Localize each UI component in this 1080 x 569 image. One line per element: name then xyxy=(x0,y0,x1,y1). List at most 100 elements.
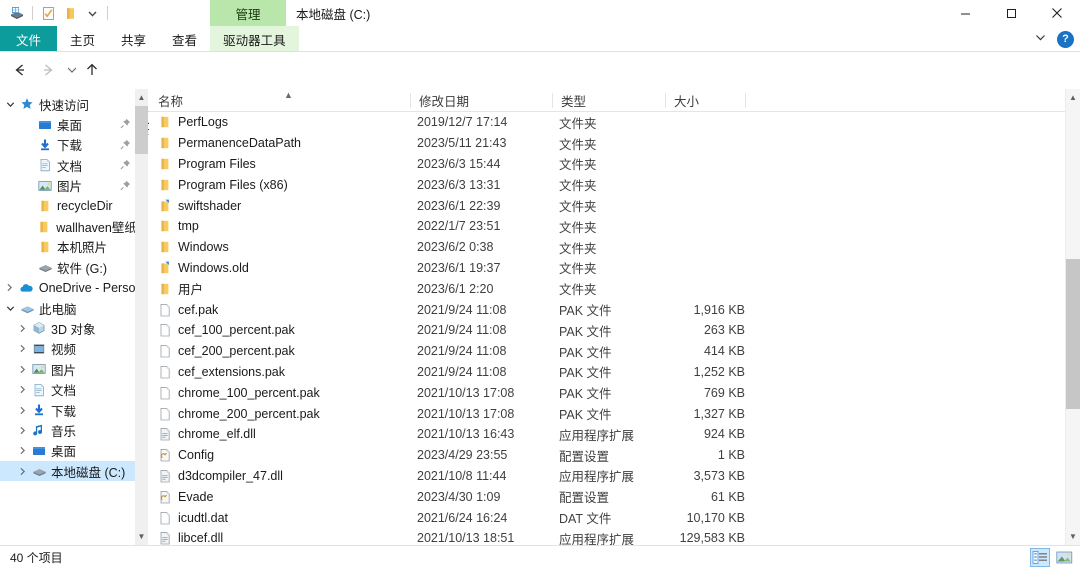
chevron-right-icon[interactable] xyxy=(2,283,18,292)
file-blank-icon xyxy=(158,407,172,421)
pin-icon[interactable] xyxy=(120,118,131,132)
file-date-cell: 2022/1/7 23:51 xyxy=(417,219,501,234)
table-row[interactable]: Windows.old 2023/6/1 19:37 文件夹 xyxy=(149,258,1080,279)
column-divider-4[interactable] xyxy=(745,93,746,108)
table-row[interactable]: PerfLogs 2019/12/7 17:14 文件夹 xyxy=(149,112,1080,133)
table-row[interactable]: cef_200_percent.pak 2021/9/24 11:08 PAK 文件… xyxy=(149,341,1080,362)
chevron-right-icon[interactable] xyxy=(14,365,30,374)
sidebar-item-17[interactable]: 桌面 xyxy=(0,441,135,461)
table-row[interactable]: swiftshader 2023/6/1 22:39 文件夹 xyxy=(149,195,1080,216)
up-button[interactable] xyxy=(80,58,104,82)
sidebar-item-6[interactable]: wallhaven壁纸 xyxy=(0,216,135,236)
pin-icon[interactable] xyxy=(120,180,131,194)
back-button[interactable] xyxy=(8,58,32,82)
chevron-right-icon[interactable] xyxy=(14,446,30,455)
new-folder-icon[interactable] xyxy=(59,2,81,24)
chevron-down-icon[interactable] xyxy=(1034,31,1047,47)
pin-icon[interactable] xyxy=(120,139,131,153)
tab-file[interactable]: 文件 xyxy=(0,26,58,52)
chevron-down-icon[interactable] xyxy=(2,100,18,109)
file-name-label: Windows xyxy=(178,240,229,255)
sidebar-item-14[interactable]: 文档 xyxy=(0,379,135,399)
table-row[interactable]: 用户 2023/6/1 2:20 文件夹 xyxy=(149,278,1080,299)
help-icon[interactable]: ? xyxy=(1057,30,1074,48)
sidebar-item-15[interactable]: 下载 xyxy=(0,400,135,420)
chevron-right-icon[interactable] xyxy=(14,324,30,333)
sidebar-item-18[interactable]: 本地磁盘 (C:) xyxy=(0,461,135,482)
pictures-icon xyxy=(30,362,48,376)
tab-share[interactable]: 共享 xyxy=(108,26,159,52)
minimize-button[interactable] xyxy=(942,0,988,26)
drive-icon[interactable] xyxy=(6,2,28,24)
file-list-scrollbar[interactable]: ▲ ▼ xyxy=(1065,89,1080,545)
folder-link-icon xyxy=(158,199,172,213)
sidebar-item-11[interactable]: 3D 对象 xyxy=(0,318,135,338)
forward-button[interactable] xyxy=(36,58,60,82)
table-row[interactable]: Program Files (x86) 2023/6/3 13:31 文件夹 xyxy=(149,174,1080,195)
drive-properties-icon[interactable] xyxy=(37,2,59,24)
file-name-label: Config xyxy=(178,448,215,463)
maximize-button[interactable] xyxy=(988,0,1034,26)
column-header-size[interactable]: 大小 xyxy=(665,89,745,112)
table-row[interactable]: cef_extensions.pak 2021/9/24 11:08 PAK 文件 1… xyxy=(149,362,1080,383)
chevron-right-icon[interactable] xyxy=(14,385,30,394)
chevron-right-icon[interactable] xyxy=(14,406,30,415)
column-header-type[interactable]: 类型 xyxy=(552,89,665,112)
file-date-cell: 2021/10/13 17:08 xyxy=(417,385,515,400)
table-row[interactable]: Config 2023/4/29 23:55 配置设置 1 KB xyxy=(149,445,1080,466)
navpane-scroll-thumb[interactable] xyxy=(135,106,148,154)
chevron-right-icon[interactable] xyxy=(14,426,30,435)
file-name-cell: Windows xyxy=(149,237,229,258)
filelist-scroll-thumb[interactable] xyxy=(1066,259,1080,409)
filelist-scroll-down-icon[interactable]: ▼ xyxy=(1066,528,1080,545)
table-row[interactable]: d3dcompiler_47.dll 2021/10/8 11:44 应用程序扩展 3… xyxy=(149,466,1080,487)
column-header-date[interactable]: 修改日期 xyxy=(410,89,552,112)
tab-home[interactable]: 主页 xyxy=(57,26,108,52)
sidebar-item-16[interactable]: 音乐 xyxy=(0,420,135,440)
sidebar-item-1[interactable]: 桌面 xyxy=(0,114,135,134)
contextual-tab-header-label: 管理 xyxy=(235,7,261,22)
table-row[interactable]: chrome_200_percent.pak 2021/10/13 17:08 PA… xyxy=(149,403,1080,424)
tab-drive-tools[interactable]: 驱动器工具 xyxy=(210,26,299,52)
table-row[interactable]: icudtl.dat 2021/6/24 16:24 DAT 文件 10,170 KB xyxy=(149,507,1080,528)
sidebar-item-2[interactable]: 下载 xyxy=(0,135,135,155)
sidebar-item-10[interactable]: 此电脑 xyxy=(0,298,135,318)
sidebar-item-7[interactable]: 本机照片 xyxy=(0,237,135,257)
sidebar-item-5[interactable]: recycleDir xyxy=(0,196,135,216)
window-controls xyxy=(942,0,1080,26)
file-name-label: Program Files (x86) xyxy=(178,177,288,192)
sidebar-item-4[interactable]: 图片 xyxy=(0,176,135,196)
navpane-scroll-up-icon[interactable]: ▲ xyxy=(135,89,148,106)
chevron-right-icon[interactable] xyxy=(14,467,30,476)
table-row[interactable]: cef_100_percent.pak 2021/9/24 11:08 PAK 文件… xyxy=(149,320,1080,341)
table-row[interactable]: PermanenceDataPath 2023/5/11 21:43 文件夹 xyxy=(149,133,1080,154)
table-row[interactable]: cef.pak 2021/9/24 11:08 PAK 文件 1,916 KB xyxy=(149,299,1080,320)
file-name-label: cef_200_percent.pak xyxy=(178,344,295,359)
chevron-down-icon[interactable] xyxy=(2,304,18,313)
sidebar-item-13[interactable]: 图片 xyxy=(0,359,135,379)
tab-view[interactable]: 查看 xyxy=(159,26,210,52)
file-size-cell: 1 KB xyxy=(717,448,745,463)
navigation-pane-scrollbar[interactable]: ▲ ▼ xyxy=(135,89,148,545)
tab-file-label: 文件 xyxy=(16,33,42,48)
sidebar-item-0[interactable]: 快速访问 xyxy=(0,94,135,114)
table-row[interactable]: tmp 2022/1/7 23:51 文件夹 xyxy=(149,216,1080,237)
table-row[interactable]: Evade 2023/4/30 1:09 配置设置 61 KB xyxy=(149,486,1080,507)
chevron-right-icon[interactable] xyxy=(14,344,30,353)
table-row[interactable]: chrome_elf.dll 2021/10/13 16:43 应用程序扩展 924 … xyxy=(149,424,1080,445)
customize-dropdown-icon[interactable] xyxy=(81,2,103,24)
column-header-name[interactable]: 名称 xyxy=(149,89,410,112)
sidebar-item-3[interactable]: 文档 xyxy=(0,155,135,175)
sidebar-item-9[interactable]: OneDrive - Perso xyxy=(0,278,135,298)
sidebar-item-12[interactable]: 视频 xyxy=(0,339,135,359)
table-row[interactable]: Windows 2023/6/2 0:38 文件夹 xyxy=(149,237,1080,258)
navpane-scroll-down-icon[interactable]: ▼ xyxy=(135,528,148,545)
pin-icon[interactable] xyxy=(120,159,131,173)
sidebar-item-8[interactable]: 软件 (G:) xyxy=(0,257,135,277)
large-icons-view-button[interactable] xyxy=(1054,548,1074,567)
close-button[interactable] xyxy=(1034,0,1080,26)
details-view-button[interactable] xyxy=(1030,548,1050,567)
table-row[interactable]: chrome_100_percent.pak 2021/10/13 17:08 PA… xyxy=(149,382,1080,403)
table-row[interactable]: Program Files 2023/6/3 15:44 文件夹 xyxy=(149,154,1080,175)
filelist-scroll-up-icon[interactable]: ▲ xyxy=(1066,89,1080,106)
